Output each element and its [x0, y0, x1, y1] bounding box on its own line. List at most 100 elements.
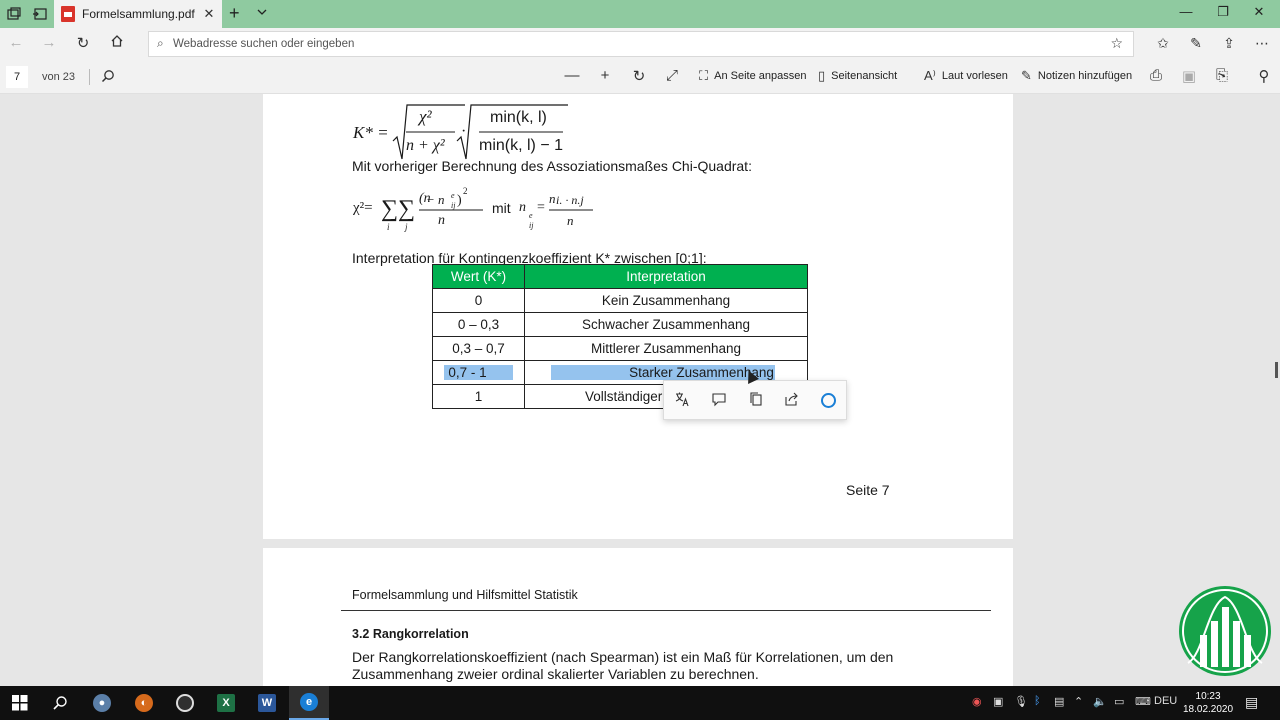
- pen-icon[interactable]: ✎: [1187, 35, 1205, 52]
- section-heading: 3.2 Rangkorrelation: [352, 627, 469, 641]
- microphone-icon[interactable]: 🎙: [1014, 695, 1028, 708]
- close-tab-icon[interactable]: ✕: [200, 6, 218, 22]
- zoom-out-icon[interactable]: —: [563, 67, 581, 84]
- svg-text:∑: ∑: [381, 196, 398, 222]
- paragraph-line: Der Rangkorrelationskoeffizient (nach Sp…: [352, 649, 894, 665]
- fullscreen-icon[interactable]: ⤢: [663, 67, 681, 84]
- share-icon[interactable]: ⇪: [1220, 35, 1238, 52]
- expected-denominator: n: [567, 213, 574, 228]
- app-icon[interactable]: ●: [82, 686, 122, 720]
- search-icon: ⌕: [157, 36, 164, 50]
- word-icon[interactable]: W: [247, 686, 287, 720]
- fit-page-button[interactable]: ⛶ An Seite anpassen: [699, 68, 806, 84]
- save-as-icon[interactable]: ⎘: [1213, 67, 1231, 84]
- table-cell-selected[interactable]: 0,7 - 1: [432, 360, 525, 385]
- tray-app-icon[interactable]: ▣: [993, 695, 1003, 708]
- address-input[interactable]: [173, 35, 1073, 53]
- back-icon[interactable]: ←: [6, 34, 26, 51]
- formula-min-numerator: min(k, l): [490, 109, 547, 126]
- search-icon[interactable]: [101, 69, 115, 86]
- favorite-star-icon[interactable]: ☆: [1110, 35, 1123, 52]
- keyboard-icon[interactable]: ⌨: [1135, 695, 1151, 708]
- chi2-lhs: χ²=: [353, 200, 373, 216]
- home-icon[interactable]: [107, 34, 127, 52]
- bluetooth-icon[interactable]: ᛒ: [1034, 695, 1041, 707]
- pdf-toolbar: 7 von 23 — + ↻ ⤢ ⛶ An Seite anpassen ▯ S…: [0, 60, 1280, 94]
- cortana-icon[interactable]: [821, 393, 836, 408]
- obs-icon[interactable]: [165, 686, 205, 720]
- chi2-numerator: (n: [419, 191, 431, 206]
- table-row: 0 Kein Zusammenhang: [432, 288, 808, 313]
- page-view-label: Seitenansicht: [831, 70, 898, 82]
- svg-text:∑: ∑: [398, 196, 415, 222]
- network-icon[interactable]: ▭: [1114, 695, 1124, 708]
- tab-actions-icon[interactable]: [6, 6, 22, 22]
- scrollbar-thumb[interactable]: [1275, 362, 1278, 378]
- pin-toolbar-icon[interactable]: ⚲: [1255, 67, 1273, 85]
- selected-text[interactable]: 0,7 - 1: [444, 365, 513, 380]
- formula-min-denominator: min(k, l) − 1: [479, 137, 564, 154]
- forward-icon[interactable]: →: [39, 34, 59, 51]
- language-indicator[interactable]: DEU: [1154, 695, 1177, 707]
- copy-icon[interactable]: [746, 391, 766, 411]
- title-bar: Formelsammlung.pdf ✕ + — ❐ ✕: [0, 0, 1280, 28]
- more-icon[interactable]: ⋯: [1253, 35, 1271, 52]
- read-aloud-label: Laut vorlesen: [941, 70, 1008, 82]
- table-header-row: Wert (K*) Interpretation: [432, 264, 808, 289]
- translate-icon[interactable]: [672, 391, 692, 411]
- expected-n: n: [519, 200, 526, 215]
- chi-intro-text: Mit vorheriger Berechnung des Assoziatio…: [352, 158, 752, 174]
- print-icon[interactable]: ⎙: [1147, 67, 1165, 84]
- page-number-input[interactable]: 7: [6, 66, 28, 88]
- notification-center-icon[interactable]: ▤: [1245, 694, 1258, 711]
- selection-context-menu: [663, 380, 847, 420]
- page-header: Formelsammlung und Hilfsmittel Statistik: [352, 588, 578, 602]
- excel-icon[interactable]: X: [206, 686, 246, 720]
- column-header-interpretation: Interpretation: [524, 264, 808, 289]
- save-icon[interactable]: ▣: [1180, 67, 1198, 85]
- page-view-button[interactable]: ▯ Seitenansicht: [818, 68, 897, 84]
- pdf-file-icon: [61, 6, 75, 22]
- pdf-document-area[interactable]: K* = χ² n + χ² · min(k, l) min(k, l) − 1…: [0, 94, 1280, 686]
- clock-date: 18.02.2020: [1183, 704, 1234, 715]
- tab-formelsammlung[interactable]: Formelsammlung.pdf ✕: [54, 0, 222, 28]
- close-window-icon[interactable]: ✕: [1249, 4, 1269, 20]
- svg-text:2: 2: [463, 186, 468, 196]
- tray-app-icon[interactable]: ◉: [972, 695, 982, 708]
- table-row: 0 – 0,3 Schwacher Zusammenhang: [432, 312, 808, 337]
- favorites-icon[interactable]: ✩: [1154, 35, 1172, 52]
- formula-contingency-coefficient: K* = χ² n + χ² · min(k, l) min(k, l) − 1: [353, 101, 593, 161]
- taskbar: ● ◐ X W e ◉ ▣ 🎙 ᛒ ▤ ⌃ 🔈 ▭ ⌨ DEU 10:23 18…: [0, 686, 1280, 720]
- paragraph-line: Zusammenhang zweier ordinal skalierter V…: [352, 666, 759, 682]
- page-total: von 23: [42, 71, 76, 83]
- clock[interactable]: 10:23 18.02.2020: [1183, 690, 1233, 716]
- new-tab-icon[interactable]: +: [229, 3, 240, 24]
- svg-text:ij: ij: [529, 221, 534, 230]
- address-field[interactable]: ⌕ ☆: [148, 31, 1134, 57]
- maximize-window-icon[interactable]: ❐: [1213, 4, 1233, 20]
- volume-icon[interactable]: 🔈: [1093, 695, 1107, 708]
- selected-text[interactable]: Starker Zusammenhang: [551, 365, 775, 380]
- windows-start-icon[interactable]: [0, 686, 40, 720]
- minimize-window-icon[interactable]: —: [1176, 4, 1196, 19]
- page-number-label: Seite 7: [846, 482, 890, 498]
- set-aside-tabs-icon[interactable]: [32, 6, 48, 22]
- read-aloud-button[interactable]: A⁾ Laut vorlesen: [924, 68, 1008, 84]
- add-notes-button[interactable]: ✎ Notizen hinzufügen: [1021, 68, 1132, 84]
- chevron-up-icon[interactable]: ⌃: [1074, 695, 1083, 708]
- chevron-down-icon[interactable]: [256, 6, 268, 21]
- table-cell: 0 – 0,3: [432, 312, 525, 337]
- app-icon[interactable]: ◐: [124, 686, 164, 720]
- table-cell: 0,3 – 0,7: [432, 336, 525, 361]
- tray-app-icon[interactable]: ▤: [1054, 695, 1064, 708]
- rotate-icon[interactable]: ↻: [630, 67, 648, 85]
- fit-page-icon: ⛶: [699, 68, 709, 83]
- zoom-in-icon[interactable]: +: [596, 67, 614, 84]
- search-icon[interactable]: [40, 686, 80, 720]
- pen-icon: ✎: [1021, 68, 1032, 83]
- edge-icon[interactable]: e: [289, 686, 329, 720]
- expected-numerator: n: [549, 191, 556, 206]
- comment-icon[interactable]: [709, 391, 729, 411]
- refresh-icon[interactable]: ↻: [73, 34, 93, 52]
- share-icon[interactable]: [782, 391, 802, 411]
